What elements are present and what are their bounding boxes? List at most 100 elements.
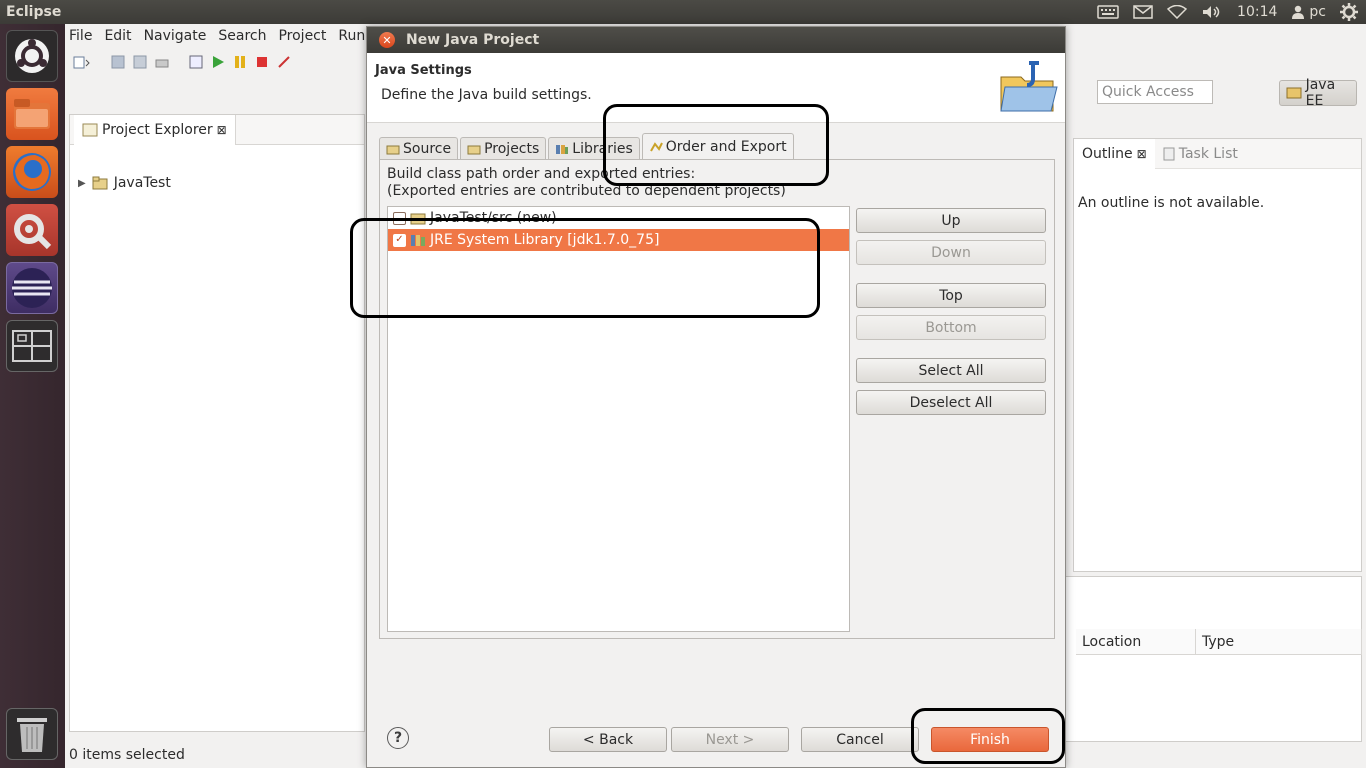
firefox-icon[interactable] [6,146,58,198]
quick-access-input[interactable]: Quick Access [1097,80,1213,104]
help-button[interactable]: ? [387,727,409,749]
column-location[interactable]: Location [1076,629,1196,655]
new-icon[interactable] [73,55,90,69]
dialog-header: Java Settings Define the Java build sett… [367,53,1065,123]
status-text: 0 items selected [69,747,185,763]
system-settings-icon[interactable] [6,204,58,256]
print-icon[interactable] [155,55,171,69]
tab-libraries[interactable]: Libraries [548,137,640,159]
user-name: pc [1309,4,1326,20]
keyboard-icon[interactable] [1097,5,1119,19]
project-explorer-label: Project Explorer [102,121,213,138]
markers-view: Location Type [1065,576,1362,742]
source-folder-icon [386,145,400,154]
export-checkbox[interactable] [393,211,406,225]
perspective-label: Java EE [1305,77,1336,109]
save-icon[interactable] [111,55,127,69]
save-all-icon[interactable] [133,55,149,69]
tab-source[interactable]: Source [379,137,459,159]
project-explorer-icon [82,123,98,136]
run-icon[interactable] [211,55,227,69]
deselect-all-button[interactable]: Deselect All [856,390,1046,415]
panel-description-line1: Build class path order and exported entr… [387,166,696,182]
disconnect-icon[interactable] [277,55,293,69]
gear-icon[interactable] [1340,3,1358,21]
dialog-title: New Java Project [406,32,540,48]
mail-icon[interactable] [1133,5,1153,19]
tab-libraries-label: Libraries [572,140,633,157]
menu-file[interactable]: File [69,28,92,44]
back-button[interactable]: < Back [549,727,667,752]
menu-project[interactable]: Project [278,28,326,44]
right-area: Quick Access Java EE Outline ⊠ Task List… [1065,48,1366,742]
tab-projects[interactable]: Projects [460,137,547,159]
perspective-java-ee[interactable]: Java EE [1279,77,1357,109]
wifi-icon[interactable] [1167,5,1188,19]
header-description: Define the Java build settings. [381,87,592,103]
outline-view: Outline ⊠ Task List An outline is not av… [1073,138,1362,572]
tab-outline[interactable]: Outline ⊠ [1074,138,1155,169]
task-list-label: Task List [1178,145,1238,162]
files-icon[interactable] [6,88,58,140]
menu-bar: File Edit Navigate Search Project Run W [65,24,391,48]
panel-description-line2: (Exported entries are contributed to dep… [387,183,786,199]
launcher [0,24,65,768]
column-type[interactable]: Type [1196,629,1362,655]
classpath-entries-list: JavaTest/src (new) ✓ JRE System Library … [387,206,850,632]
binary-icon[interactable] [189,55,205,69]
tab-source-label: Source [403,140,452,157]
app-title: Eclipse [6,4,62,20]
menu-edit[interactable]: Edit [104,28,131,44]
export-checkbox[interactable]: ✓ [393,233,406,247]
entry-label: JavaTest/src (new) [430,210,557,226]
expand-arrow-icon[interactable]: ▶ [78,178,86,189]
project-explorer-tabbar: Project Explorer ⊠ [70,114,364,145]
libraries-icon [556,144,569,154]
menu-run[interactable]: Run [338,28,365,44]
tab-task-list[interactable]: Task List [1155,139,1246,169]
next-button[interactable]: Next > [671,727,789,752]
cancel-button[interactable]: Cancel [801,727,919,752]
tree-item-label: JavaTest [113,175,171,191]
trash-icon[interactable] [6,708,58,760]
tab-order-and-export-label: Order and Export [665,138,787,155]
tab-order-and-export[interactable]: Order and Export [641,133,794,159]
clock[interactable]: 10:14 [1237,4,1277,20]
terminate-icon[interactable] [255,55,271,69]
order-export-icon [649,141,663,151]
select-all-button[interactable]: Select All [856,358,1046,383]
main-toolbar [65,48,367,76]
close-icon[interactable]: ✕ [379,32,395,48]
close-icon[interactable]: ⊠ [217,123,227,137]
top-panel: Eclipse 10:14 pc [0,0,1366,24]
outline-tabbar: Outline ⊠ Task List [1074,138,1361,169]
tab-project-explorer[interactable]: Project Explorer ⊠ [74,114,236,145]
entry-label: JRE System Library [jdk1.7.0_75] [430,232,660,248]
outline-label: Outline [1082,145,1133,162]
tab-projects-label: Projects [484,140,540,157]
menu-search[interactable]: Search [218,28,266,44]
task-list-icon [1163,147,1175,160]
bottom-button[interactable]: Bottom [856,315,1046,340]
settings-tabs: Source Projects Libraries Order and Expo… [379,133,796,159]
workspace-switcher-icon[interactable] [6,320,58,372]
menu-navigate[interactable]: Navigate [144,28,207,44]
user-icon [1292,5,1305,19]
close-icon[interactable]: ⊠ [1137,147,1147,161]
volume-icon[interactable] [1201,5,1223,19]
tree-item-javatest[interactable]: ▶ JavaTest [78,175,171,191]
up-button[interactable]: Up [856,208,1046,233]
finish-button[interactable]: Finish [931,727,1049,752]
indicators: 10:14 pc [1097,0,1366,24]
eclipse-icon[interactable] [6,262,58,314]
project-explorer-view: Project Explorer ⊠ ▶ JavaTest [69,114,365,732]
header-title: Java Settings [375,63,472,78]
ubuntu-dash-icon[interactable] [6,30,58,82]
top-button[interactable]: Top [856,283,1046,308]
list-item[interactable]: JavaTest/src (new) [388,207,849,229]
list-item[interactable]: ✓ JRE System Library [jdk1.7.0_75] [388,229,849,251]
down-button[interactable]: Down [856,240,1046,265]
new-java-project-dialog: ✕ New Java Project Java Settings Define … [366,26,1066,768]
user-menu[interactable]: pc [1291,4,1326,20]
suspend-icon[interactable] [233,55,249,69]
